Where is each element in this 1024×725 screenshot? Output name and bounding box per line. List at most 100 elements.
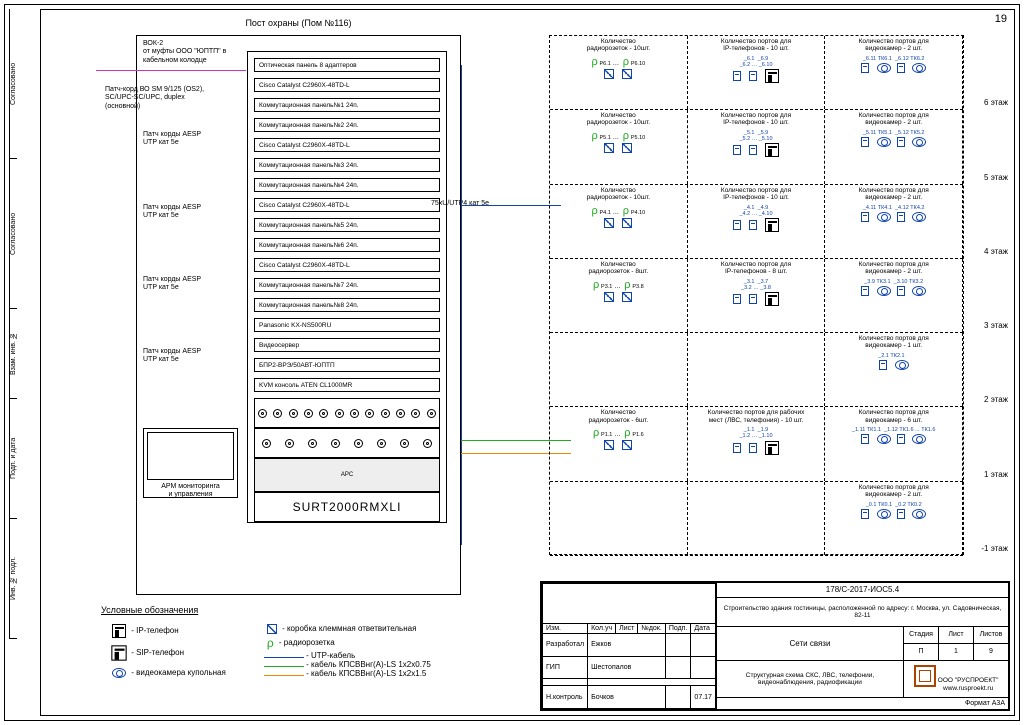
tb-code: 178/С-2017-ИОС5.4 xyxy=(716,583,1008,598)
camera-icon xyxy=(877,286,891,296)
radio-outlet-icon: ρ xyxy=(591,205,597,217)
port-icon xyxy=(897,63,905,73)
legend-text: - кабель КПСВВнг(А)-LS 1x2x1.5 xyxy=(306,669,426,678)
port-icon xyxy=(861,509,869,519)
rack-unit: KVM консоль ATEN CL1000MR xyxy=(254,378,440,392)
tb-role: Н.контроль xyxy=(543,686,588,709)
tb-format: Формат А3А xyxy=(716,697,1008,709)
rack-unit: Коммутационная панель№5 24п. xyxy=(254,218,440,232)
side-tab: Согласовано xyxy=(9,159,17,309)
tb-role: Разработал xyxy=(543,634,588,657)
camera-icon xyxy=(877,137,891,147)
floor-cell: Количестворадиорозеток - 10шт.ρ Р5.1 … ρ… xyxy=(550,110,688,183)
tb-hdr: Дата xyxy=(691,624,716,634)
rack-unit: Cisco Catalyst C2960X-48TD-L xyxy=(254,138,440,152)
floor-cell xyxy=(688,333,826,406)
utp-line-icon xyxy=(264,657,304,658)
legend-text: - кабель КПСВВнг(А)-LS 1x2x0.75 xyxy=(306,660,431,669)
port-icon xyxy=(897,286,905,296)
tb-name: Бочков xyxy=(588,686,666,709)
cell-header: Количестворадиорозеток - 10шт. xyxy=(554,38,683,56)
rack-unit: Коммутационная панель№3 24п. xyxy=(254,158,440,172)
floor-label: 2 этаж xyxy=(984,395,1008,404)
port-icon xyxy=(733,71,741,81)
tb-stage: П xyxy=(904,643,939,660)
junction-box-icon xyxy=(604,143,614,153)
port-icon xyxy=(749,145,757,155)
junction-box-icon xyxy=(604,292,614,302)
port-icon xyxy=(897,434,905,444)
camera-icon xyxy=(112,668,126,678)
port-icon xyxy=(861,434,869,444)
rack-unit: Cisco Catalyst C2960X-48TD-L xyxy=(254,198,440,212)
pdu-row xyxy=(254,428,440,458)
floor-row: Количестворадиорозеток - 6шт.ρ Р1.1 … ρ … xyxy=(550,407,963,481)
camera-icon xyxy=(877,509,891,519)
rack-unit: Коммутационная панель№6 24п. xyxy=(254,238,440,252)
tb-col: Листов xyxy=(974,626,1009,643)
tb-name: Шестопалов xyxy=(588,656,666,679)
cell-header: Количестворадиорозеток - 8шт. xyxy=(554,261,683,279)
junction-box-icon xyxy=(622,292,632,302)
floor-row: Количество портов длявидеокамер - 1 шт._… xyxy=(550,333,963,407)
junction-box-icon xyxy=(267,624,277,634)
tb-hdr: Подп. xyxy=(665,624,691,634)
floor-cell xyxy=(550,333,688,406)
floor-cell: Количестворадиорозеток - 10шт.ρ Р4.1 … ρ… xyxy=(550,185,688,258)
junction-box-icon xyxy=(622,143,632,153)
floor-cell: Количество портов длявидеокамер - 1 шт._… xyxy=(825,333,963,406)
rack-unit: БПР2-ВРЭ/50АВТ-ЮПТП xyxy=(254,358,440,372)
floor-cell: Количестворадиорозеток - 6шт.ρ Р1.1 … ρ … xyxy=(550,407,688,480)
cell-header: Количество портов длявидеокамер - 6 шт. xyxy=(829,409,958,427)
tb-section: Сети связи xyxy=(716,626,903,660)
floor-cell: Количество портов длявидеокамер - 2 шт._… xyxy=(825,185,963,258)
cell-header: Количество портов дляIP-телефонов - 10 ш… xyxy=(692,38,821,56)
rack-cabinet: Оптическая панель 8 адаптеров Cisco Cata… xyxy=(247,51,447,523)
floor-row: Количество портов длявидеокамер - 2 шт._… xyxy=(550,482,963,556)
floor-label: 5 этаж xyxy=(984,173,1008,182)
tb-project: Строительство здания гостиницы, располож… xyxy=(716,597,1008,626)
cell-header: Количество портов длявидеокамер - 2 шт. xyxy=(829,261,958,279)
port-icon xyxy=(897,509,905,519)
monitor-workstation: АРМ мониторингаи управления xyxy=(143,428,238,498)
cell-header: Количество портов длявидеокамер - 2 шт. xyxy=(829,112,958,130)
junction-box-icon xyxy=(604,440,614,450)
camera-icon xyxy=(912,212,926,222)
rack-unit: Коммутационная панель№8 24п. xyxy=(254,298,440,312)
tb-role: ГИП xyxy=(543,656,588,679)
floor-cell: Количестворадиорозеток - 8шт.ρ Р3.1 … ρ … xyxy=(550,259,688,332)
camera-icon xyxy=(895,360,909,370)
junction-box-icon xyxy=(604,218,614,228)
tb-sheet-type: Структурная схема СКС, ЛВС, телефонии,ви… xyxy=(716,660,903,697)
cell-header: Количество портов длявидеокамер - 2 шт. xyxy=(829,484,958,502)
rack-unit: Cisco Catalyst C2960X-48TD-L xyxy=(254,78,440,92)
legend-text: - UTP-кабель xyxy=(306,651,355,660)
floor-cell: Количество портов дляIP-телефонов - 10 ш… xyxy=(688,110,826,183)
cell-header: Количество портов дляIP-телефонов - 10 ш… xyxy=(692,187,821,205)
junction-box-icon xyxy=(604,69,614,79)
junction-box-icon xyxy=(622,69,632,79)
rack-area: Пост охраны (Пом №116) ВОК-2от муфты ООО… xyxy=(136,35,461,595)
floor-cell xyxy=(688,482,826,555)
floor-row: Количестворадиорозеток - 8шт.ρ Р3.1 … ρ … xyxy=(550,259,963,333)
patch-note-1: Патч корды AESPUTP кат 5e xyxy=(143,131,233,148)
floor-cell: Количество портов длявидеокамер - 2 шт._… xyxy=(825,110,963,183)
port-icon xyxy=(749,294,757,304)
radio-outlet-icon: ρ xyxy=(591,56,597,68)
ip-phone-icon xyxy=(112,624,126,638)
port-icon xyxy=(897,137,905,147)
cell-header: Количество портов длявидеокамер - 2 шт. xyxy=(829,187,958,205)
camera-icon xyxy=(912,286,926,296)
rack-unit: Видеосервер xyxy=(254,338,440,352)
tb-company: ООО "РУСПРОЕКТ"www.rusproekt.ru xyxy=(938,677,999,693)
sip-phone-icon xyxy=(111,645,126,660)
patch-note-4: Патч корды AESPUTP кат 5e xyxy=(143,348,233,365)
camera-icon xyxy=(877,63,891,73)
side-tab: Подп. и дата xyxy=(9,399,17,519)
ip-phone-icon xyxy=(765,218,779,232)
camera-icon xyxy=(877,212,891,222)
radio-outlet-icon: ρ xyxy=(267,636,274,650)
kpsvv15-line-icon xyxy=(264,675,304,676)
legend-text: - радиорозетка xyxy=(279,638,335,647)
port-icon xyxy=(749,71,757,81)
